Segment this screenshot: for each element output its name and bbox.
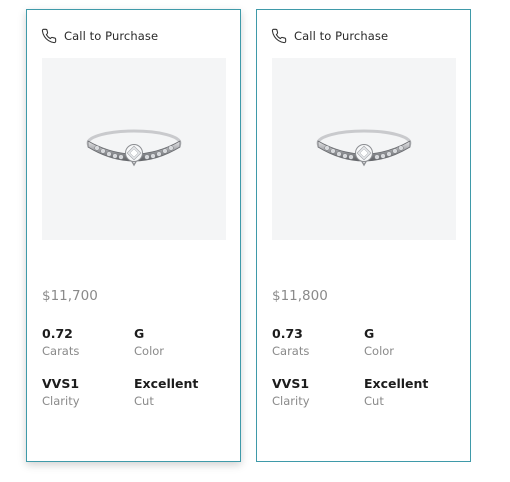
spec-cut: Excellent Cut	[134, 376, 198, 409]
call-to-purchase-label: Call to Purchase	[64, 29, 159, 43]
clarity-label: Clarity	[42, 394, 80, 408]
carats-label: Carats	[272, 344, 310, 358]
clarity-value: VVS1	[272, 376, 310, 391]
product-card[interactable]: Call to Purchase	[256, 9, 471, 462]
call-to-purchase-label: Call to Purchase	[294, 29, 389, 43]
clarity-label: Clarity	[272, 394, 310, 408]
product-card[interactable]: Call to Purchase	[26, 9, 241, 462]
spec-clarity: VVS1 Clarity	[42, 376, 80, 409]
spec-clarity: VVS1 Clarity	[272, 376, 310, 409]
clarity-value: VVS1	[42, 376, 80, 391]
call-to-purchase-link[interactable]: Call to Purchase	[271, 27, 388, 45]
color-value: G	[134, 326, 145, 341]
ring-image[interactable]	[272, 58, 456, 240]
price: $11,700	[42, 288, 98, 304]
cut-value: Excellent	[364, 376, 429, 391]
product-grid: Call to Purchase $11,700 0.72 Carats G C…	[0, 0, 510, 482]
call-to-purchase-link[interactable]: Call to Purchase	[41, 27, 158, 45]
cut-label: Cut	[134, 394, 154, 408]
spec-carats: 0.73 Carats	[272, 326, 309, 359]
cut-label: Cut	[364, 394, 384, 408]
spec-cut: Excellent Cut	[364, 376, 428, 409]
phone-icon	[41, 28, 57, 44]
spec-carats: 0.72 Carats	[42, 326, 79, 359]
price: $11,800	[272, 288, 328, 304]
ring-image[interactable]	[42, 58, 226, 240]
spec-color: G Color	[364, 326, 394, 359]
carats-label: Carats	[42, 344, 80, 358]
color-label: Color	[364, 344, 395, 358]
color-value: G	[364, 326, 375, 341]
phone-icon	[271, 28, 287, 44]
diamond-ring-illustration	[86, 129, 182, 167]
cut-value: Excellent	[134, 376, 199, 391]
spec-color: G Color	[134, 326, 164, 359]
carats-value: 0.73	[272, 326, 303, 341]
diamond-ring-illustration	[316, 129, 412, 167]
color-label: Color	[134, 344, 165, 358]
carats-value: 0.72	[42, 326, 73, 341]
